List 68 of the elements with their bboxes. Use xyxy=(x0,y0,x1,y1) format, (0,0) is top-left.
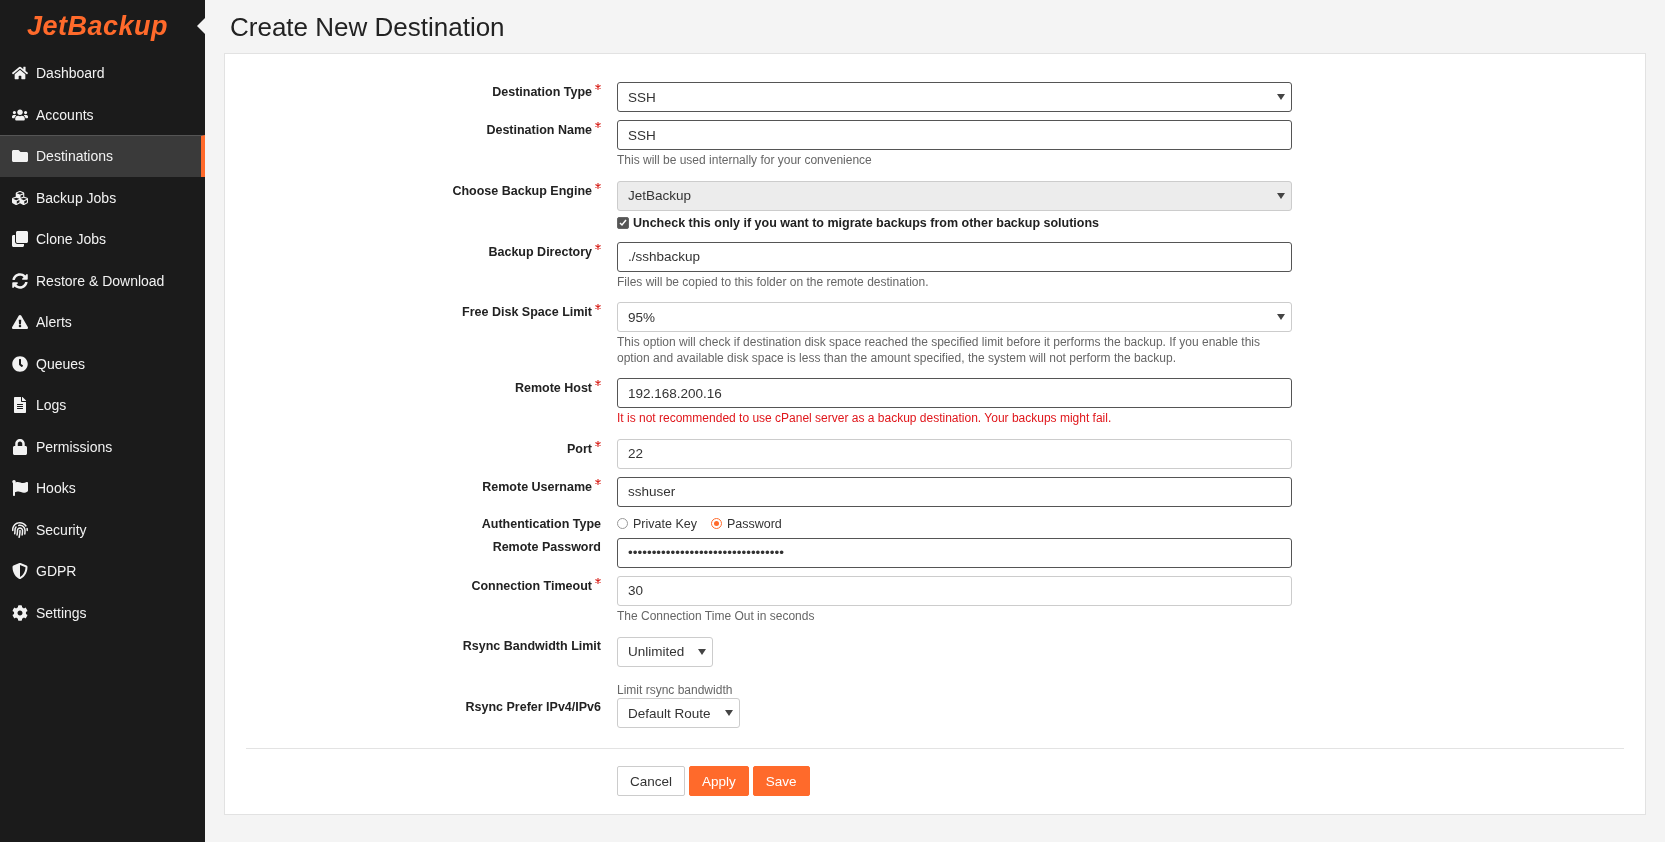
sidebar-item[interactable]: Backup Jobs xyxy=(0,176,205,218)
sidebar-item[interactable]: GDPR xyxy=(0,550,205,592)
help-text: This option will check if destination disk space reached the specified limit before it performs the backup. If you enable this option and available disk space is less than the amount specified, the system will not perform the backup. xyxy=(617,335,1261,367)
file-icon xyxy=(12,397,28,414)
page-title: Create New Destination xyxy=(230,12,506,43)
caret-icon xyxy=(1277,192,1285,199)
field-label: Rsync Prefer IPv4/IPv6 xyxy=(464,699,601,717)
sidebar-item[interactable]: Hooks xyxy=(0,467,205,509)
collapse-notch-icon[interactable] xyxy=(197,18,205,34)
clone-icon xyxy=(12,231,28,248)
field-label: Destination Name xyxy=(246,120,601,169)
radio-option[interactable]: Private Key xyxy=(617,516,697,531)
input-field[interactable]: ••••••••••••••••••••••••••••••••• xyxy=(617,537,1292,568)
settings-icon xyxy=(12,604,28,621)
caret-icon xyxy=(698,648,707,655)
field-label: Choose Backup Engine xyxy=(246,180,601,230)
caret-icon xyxy=(724,710,733,717)
radio-option[interactable]: Password xyxy=(710,516,782,531)
help-text: Files will be copied to this folder on the remote destination. xyxy=(617,274,929,291)
input-field[interactable]: sshuser xyxy=(617,476,1292,507)
field-label: Destination Type xyxy=(246,82,601,112)
logo: JetBackup xyxy=(26,10,169,42)
sidebar-item[interactable]: Queues xyxy=(0,342,205,384)
field-label: Rsync Bandwidth Limit xyxy=(461,637,601,655)
clock-icon xyxy=(12,355,28,372)
select-field[interactable]: Default Route xyxy=(617,698,740,729)
input-field[interactable]: 22 xyxy=(617,438,1292,469)
flag-icon xyxy=(12,480,28,497)
sidebar-item[interactable]: Destinations xyxy=(0,135,205,177)
caret-icon xyxy=(1277,314,1285,321)
field-label: Port xyxy=(246,438,601,469)
warning-text: It is not recommended to use cPanel server as a backup destination. Your backups might fail. xyxy=(617,411,1112,427)
sync-icon xyxy=(12,272,28,289)
field-label: Free Disk Space Limit xyxy=(246,302,601,367)
input-field[interactable]: 192.168.200.16 xyxy=(617,378,1292,409)
sidebar-item[interactable]: Dashboard xyxy=(0,52,205,94)
lock-icon xyxy=(12,438,28,455)
field-label: Remote Password xyxy=(491,538,601,556)
sidebar-item[interactable]: Settings xyxy=(0,591,205,633)
field-label: Connection Timeout xyxy=(246,575,601,625)
warning-icon xyxy=(12,314,28,331)
shield-icon xyxy=(12,563,28,580)
sidebar-item[interactable]: Permissions xyxy=(0,425,205,467)
help-text: Limit rsync bandwidth xyxy=(617,682,733,699)
help-text: This will be used internally for your convenience xyxy=(617,153,872,169)
home-icon xyxy=(12,65,28,82)
sidebar-item[interactable]: Clone Jobs xyxy=(0,218,205,260)
field-label: Backup Directory xyxy=(246,241,601,291)
field-label: Authentication Type xyxy=(480,515,601,533)
folder-icon xyxy=(12,148,28,165)
sidebar-item[interactable]: Logs xyxy=(0,384,205,426)
fingerprint-icon xyxy=(12,521,28,538)
caret-icon xyxy=(1277,94,1285,100)
select-field[interactable]: SSH xyxy=(617,82,1292,112)
sidebar-item[interactable]: Accounts xyxy=(0,93,205,135)
input-field[interactable]: 30 xyxy=(617,575,1292,606)
sidebar-item[interactable]: Security xyxy=(0,508,205,550)
field-label: Remote Username xyxy=(246,476,601,507)
sidebar-item[interactable]: Restore & Download xyxy=(0,259,205,301)
select-field[interactable]: Unlimited xyxy=(617,636,714,667)
input-field[interactable]: ./sshbackup xyxy=(617,241,1292,272)
form-button[interactable]: Cancel xyxy=(617,766,686,797)
cubes-icon xyxy=(12,189,28,206)
select-field[interactable]: 95% xyxy=(617,302,1292,333)
sidebar-item[interactable]: Alerts xyxy=(0,301,205,343)
help-text: The Connection Time Out in seconds xyxy=(617,608,815,625)
field-label: Remote Host xyxy=(246,378,601,427)
input-field[interactable]: SSH xyxy=(617,120,1292,150)
